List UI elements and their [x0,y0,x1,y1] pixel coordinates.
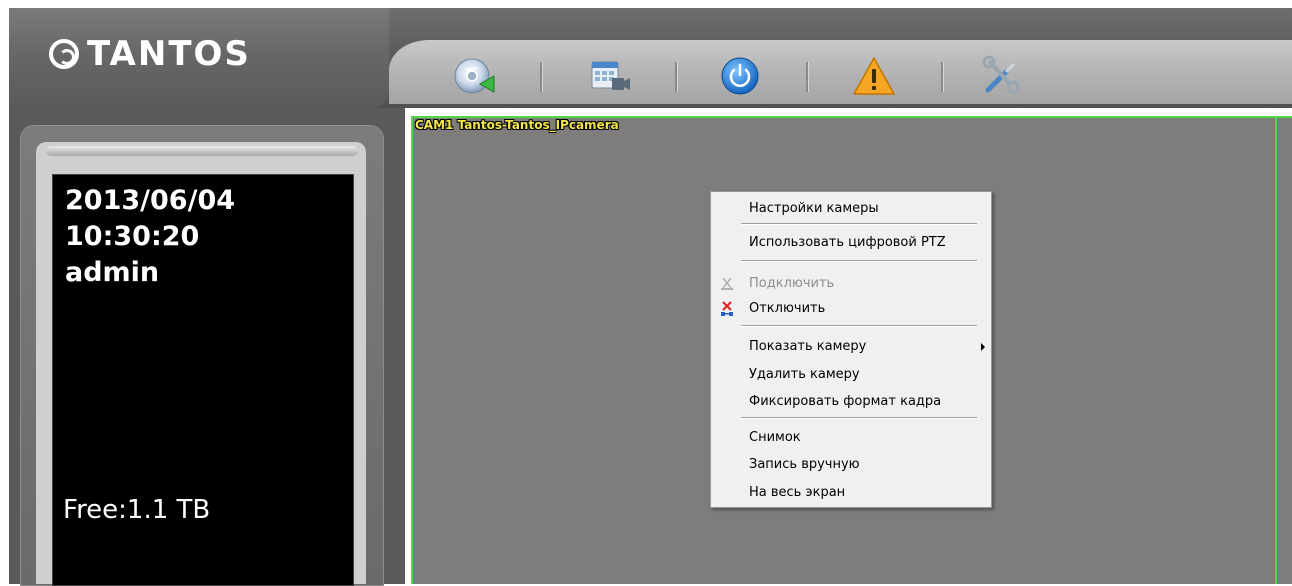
menu-item-connect[interactable]: Подключить [749,274,834,294]
current-time: 10:30:20 [65,221,200,252]
menu-item-disconnect[interactable]: Отключить [749,299,825,319]
current-user: admin [65,257,160,288]
schedule-button[interactable] [588,54,632,98]
menu-item-snapshot[interactable]: Снимок [749,428,801,448]
app-window: TANTOS 2013/06/04 10:30:20 admin Free:1.… [0,0,1292,586]
connect-icon [721,277,733,290]
settings-button[interactable] [980,54,1024,98]
warning-icon [853,57,895,95]
tools-icon [982,55,1020,94]
toolbar [389,40,1292,104]
menu-separator [741,260,977,262]
submenu-arrow-icon [981,343,985,351]
current-date: 2013/06/04 [65,185,236,216]
toolbar-separator [941,62,944,92]
menu-item-digital-ptz[interactable]: Использовать цифровой PTZ [749,233,946,253]
free-space: Free:1.1 TB [63,495,211,525]
tantos-logo-mark-icon [49,39,79,69]
menu-item-fix-aspect[interactable]: Фиксировать формат кадра [749,392,941,412]
camera-context-menu: Настройки камеры Использовать цифровой P… [710,191,992,508]
menu-separator [741,325,977,327]
toolbar-separator [675,62,678,92]
menu-item-fullscreen[interactable]: На весь экран [749,483,845,503]
logo-text: TANTOS [87,34,251,74]
toolbar-separator [540,62,543,92]
menu-separator [741,223,977,225]
disconnect-icon [721,301,733,316]
camera-view-border [1275,116,1277,584]
info-screen: 2013/06/04 10:30:20 admin Free:1.1 TB [52,174,354,586]
schedule-camera-icon [591,61,630,90]
menu-separator [741,417,977,419]
menu-item-manual-record[interactable]: Запись вручную [749,455,860,475]
toolbar-separator [806,62,809,92]
menu-item-show-camera[interactable]: Показать камеру [749,337,866,357]
menu-item-camera-settings[interactable]: Настройки камеры [749,199,879,219]
menu-item-delete-camera[interactable]: Удалить камеру [749,365,860,385]
logo-panel: TANTOS [9,8,389,108]
camera-title: CAM1 Tantos-Tantos_IPcamera [415,118,619,132]
info-panel-topbar [46,146,358,156]
alarm-button[interactable] [852,54,896,98]
power-icon [721,57,759,95]
playback-button[interactable] [452,54,496,98]
disc-playback-icon [454,58,495,94]
power-button[interactable] [718,54,762,98]
tantos-logo: TANTOS [49,34,251,74]
